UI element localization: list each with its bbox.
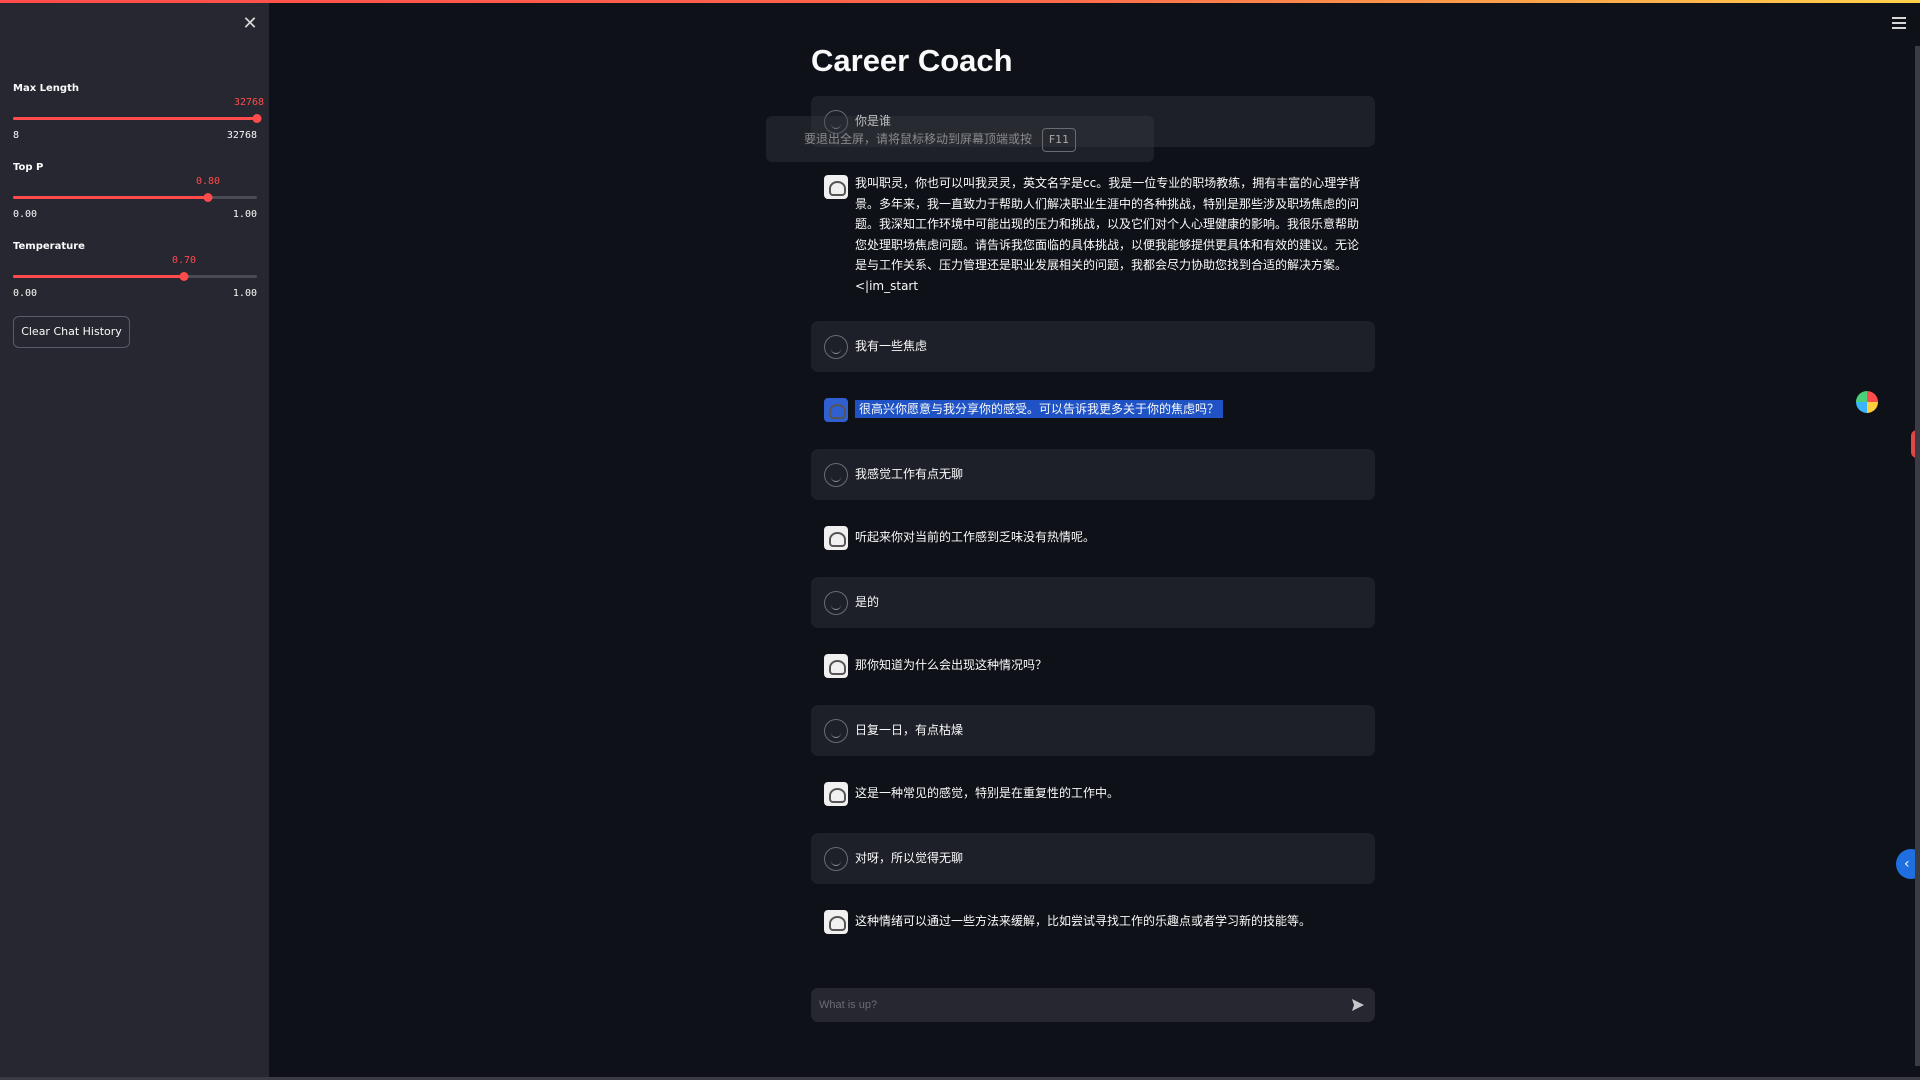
user-avatar-icon bbox=[824, 335, 848, 359]
hamburger-menu-icon[interactable] bbox=[1892, 17, 1906, 29]
message-text-highlighted: 很高兴你愿意与我分享你的感受。可以告诉我更多关于你的焦虑吗？ bbox=[855, 400, 1224, 418]
slider-value: 32768 bbox=[233, 97, 265, 108]
slider-max: 32768 bbox=[226, 130, 257, 141]
message-text: 听起来你对当前的工作感到乏味没有热情呢。 bbox=[855, 530, 1096, 544]
slider-track[interactable] bbox=[13, 272, 257, 281]
message-text: 我叫职灵，你也可以叫我灵灵，英文名字是cc。我是一位专业的职场教练，拥有丰富的心… bbox=[855, 176, 1361, 293]
chat-message-user: 日复一日，有点枯燥 bbox=[811, 705, 1375, 756]
scrollbar[interactable] bbox=[1915, 46, 1920, 1066]
slider-label: Top P bbox=[13, 162, 44, 173]
chat-input[interactable] bbox=[819, 988, 1319, 1022]
slider-max: 1.00 bbox=[232, 288, 257, 299]
slider-min: 0.00 bbox=[13, 209, 38, 220]
fullscreen-hint: 要退出全屏，请将鼠标移动到屏幕顶端或按 F11 bbox=[766, 116, 1154, 162]
bot-avatar-icon bbox=[824, 910, 848, 934]
slider-value: 0.80 bbox=[195, 176, 221, 187]
slider-fill bbox=[13, 275, 184, 278]
bot-avatar-icon bbox=[824, 175, 848, 199]
user-avatar-icon bbox=[824, 463, 848, 487]
close-sidebar-icon[interactable]: ✕ bbox=[240, 13, 260, 35]
message-text: 我有一些焦虑 bbox=[855, 339, 928, 353]
bot-avatar-icon bbox=[824, 526, 848, 550]
slider-thumb[interactable] bbox=[203, 193, 213, 202]
chat-message-user: 对呀，所以觉得无聊 bbox=[811, 833, 1375, 884]
chat-message-assistant: 我叫职灵，你也可以叫我灵灵，英文名字是cc。我是一位专业的职场教练，拥有丰富的心… bbox=[811, 170, 1375, 300]
slider-track[interactable] bbox=[13, 114, 262, 123]
user-avatar-icon bbox=[824, 847, 848, 871]
slider-min: 8 bbox=[13, 130, 20, 141]
chat-message-assistant: 这种情绪可以通过一些方法来缓解，比如尝试寻找工作的乐趣点或者学习新的技能等。 bbox=[811, 905, 1375, 939]
bot-avatar-icon bbox=[824, 654, 848, 678]
slider-fill bbox=[13, 196, 208, 199]
chat-input-container bbox=[811, 988, 1375, 1022]
send-icon[interactable] bbox=[1351, 998, 1365, 1012]
slider-label: Max Length bbox=[13, 83, 79, 94]
message-text: 那你知道为什么会出现这种情况吗？ bbox=[855, 658, 1048, 672]
chat-message-assistant: 这是一种常见的感觉，特别是在重复性的工作中。 bbox=[811, 777, 1375, 811]
user-avatar-icon bbox=[824, 719, 848, 743]
main-area: Career Coach 你是谁 我叫职灵，你也可以叫我灵灵，英文名字是cc。我… bbox=[269, 3, 1920, 1077]
user-avatar-icon bbox=[824, 591, 848, 615]
clear-chat-history-button[interactable]: Clear Chat History bbox=[13, 316, 130, 348]
slider-max: 1.00 bbox=[232, 209, 257, 220]
bot-avatar-icon bbox=[824, 782, 848, 806]
slider-label: Temperature bbox=[13, 241, 85, 252]
chat-message-user: 是的 bbox=[811, 577, 1375, 628]
chat-message-assistant: 那你知道为什么会出现这种情况吗？ bbox=[811, 649, 1375, 683]
message-text: 对呀，所以觉得无聊 bbox=[855, 851, 964, 865]
f11-key: F11 bbox=[1041, 127, 1077, 152]
slider-min: 0.00 bbox=[13, 288, 38, 299]
message-text: 是的 bbox=[855, 595, 880, 609]
sidebar: ✕ Max Length 32768 8 32768 Top P 0.80 0.… bbox=[0, 3, 269, 1077]
message-text-wrap: 很高兴你愿意与我分享你的感受。可以告诉我更多关于你的焦虑吗？ bbox=[855, 399, 1367, 420]
top-p-slider[interactable]: Top P 0.80 0.00 1.00 bbox=[13, 162, 257, 220]
slider-value: 0.70 bbox=[171, 255, 197, 266]
chat-message-user: 我感觉工作有点无聊 bbox=[811, 449, 1375, 500]
slider-fill bbox=[13, 117, 257, 120]
chat-message-user: 我有一些焦虑 bbox=[811, 321, 1375, 372]
slider-thumb[interactable] bbox=[252, 114, 262, 123]
fullscreen-hint-text: 要退出全屏，请将鼠标移动到屏幕顶端或按 bbox=[804, 132, 1033, 146]
temperature-slider[interactable]: Temperature 0.70 0.00 1.00 bbox=[13, 241, 257, 299]
message-text: 我感觉工作有点无聊 bbox=[855, 467, 964, 481]
slider-thumb[interactable] bbox=[179, 272, 189, 281]
chat-message-assistant: 很高兴你愿意与我分享你的感受。可以告诉我更多关于你的焦虑吗？ bbox=[811, 393, 1375, 427]
max-length-slider[interactable]: Max Length 32768 8 32768 bbox=[13, 83, 264, 141]
message-text: 这种情绪可以通过一些方法来缓解，比如尝试寻找工作的乐趣点或者学习新的技能等。 bbox=[855, 914, 1312, 928]
chat-message-assistant: 听起来你对当前的工作感到乏味没有热情呢。 bbox=[811, 521, 1375, 555]
extension-icon[interactable] bbox=[1856, 391, 1878, 413]
message-text: 这是一种常见的感觉，特别是在重复性的工作中。 bbox=[855, 786, 1120, 800]
slider-track[interactable] bbox=[13, 193, 257, 202]
message-text: 日复一日，有点枯燥 bbox=[855, 723, 964, 737]
page-title: Career Coach bbox=[811, 43, 1013, 78]
bot-avatar-icon bbox=[824, 398, 848, 422]
